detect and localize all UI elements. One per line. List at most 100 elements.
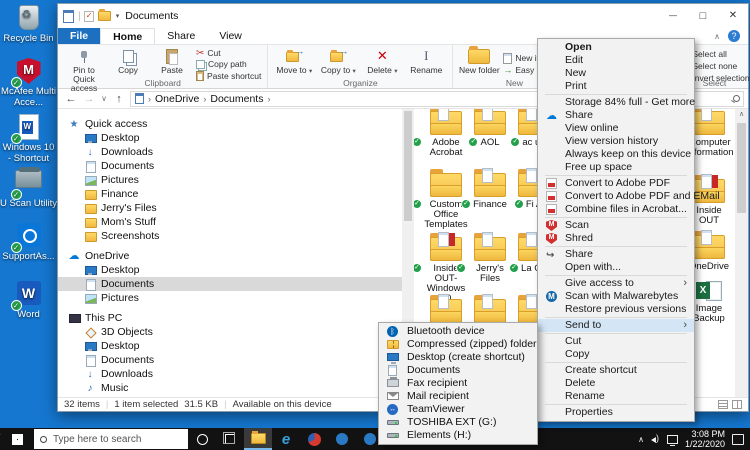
taskbar-app[interactable]	[300, 428, 328, 450]
desktop-icon-uscan-utility[interactable]: U Scan Utility	[0, 166, 57, 210]
context-menu-item-give-access[interactable]: Give access to	[538, 277, 694, 290]
send-to-item-mail[interactable]: Mail recipient	[379, 390, 537, 403]
context-menu-item-properties[interactable]: Properties	[538, 406, 694, 419]
nav-item-pictures[interactable]: Pictures	[58, 173, 402, 187]
nav-item-jerrys-files[interactable]: Jerry's Files	[58, 201, 402, 215]
maximize-button[interactable]	[688, 4, 718, 28]
context-menu-item-convert-pdf[interactable]: Convert to Adobe PDF	[538, 177, 694, 190]
qat-properties-icon[interactable]	[84, 11, 94, 22]
delete-button[interactable]: Delete ▾	[360, 47, 404, 76]
qat-dropdown-icon[interactable]: ▾	[116, 12, 120, 20]
context-menu-item-open-with[interactable]: Open with...	[538, 261, 694, 274]
nav-item-pc-downloads[interactable]: Downloads	[58, 367, 402, 381]
copy-path-button[interactable]: Copy path	[196, 60, 261, 69]
taskbar-edge[interactable]	[272, 428, 300, 450]
context-menu-item-rename[interactable]: Rename	[538, 390, 694, 403]
close-button[interactable]	[718, 4, 748, 28]
nav-item-od-pictures[interactable]: Pictures	[58, 291, 402, 305]
action-center-icon[interactable]	[732, 434, 744, 445]
context-menu-item-combine-acrobat[interactable]: Combine files in Acrobat...	[538, 203, 694, 216]
context-menu-item-scan[interactable]: Scan	[538, 219, 694, 232]
title-bar[interactable]: | ▾ Documents	[58, 4, 748, 28]
context-menu-item-free-up-space[interactable]: Free up space	[538, 161, 694, 174]
rename-button[interactable]: Rename	[404, 47, 448, 75]
desktop-icon-supportassist[interactable]: SupportAs...	[0, 222, 57, 263]
context-menu-item-print[interactable]: Print	[538, 80, 694, 93]
nav-item-downloads[interactable]: Downloads	[58, 145, 402, 159]
desktop-icon-recycle-bin[interactable]: Recycle Bin	[0, 4, 57, 45]
send-to-item-toshiba-ext[interactable]: TOSHIBA EXT (G:)	[379, 416, 537, 429]
context-menu-item-new[interactable]: New	[538, 67, 694, 80]
file-list-scrollbar[interactable]	[735, 109, 748, 397]
qat-new-folder-icon[interactable]	[98, 11, 111, 21]
context-menu-item-edit[interactable]: Edit	[538, 54, 694, 67]
scroll-up-icon[interactable]	[735, 109, 748, 121]
cortana-button[interactable]	[188, 428, 216, 450]
context-menu-item-restore-versions[interactable]: Restore previous versions	[538, 303, 694, 316]
move-to-button[interactable]: Move to ▾	[272, 47, 316, 76]
nav-item-finance[interactable]: Finance	[58, 187, 402, 201]
context-menu-item-create-shortcut[interactable]: Create shortcut	[538, 364, 694, 377]
file-item-adobe-acrobat[interactable]: Adobe Acrobat	[424, 111, 468, 158]
file-item-finance[interactable]: Finance	[468, 173, 512, 210]
new-folder-button[interactable]: New folder	[457, 47, 501, 75]
send-to-item-teamviewer[interactable]: TeamViewer	[379, 403, 537, 416]
context-menu-item-delete[interactable]: Delete	[538, 377, 694, 390]
send-to-item-elements[interactable]: Elements (H:)	[379, 429, 537, 442]
network-icon[interactable]	[667, 435, 678, 444]
icons-view-toggle-icon[interactable]	[732, 400, 742, 409]
tray-expand-icon[interactable]	[638, 434, 644, 444]
copy-button[interactable]: Copy	[106, 47, 150, 75]
send-to-item-fax[interactable]: Fax recipient	[379, 377, 537, 390]
cut-button[interactable]: Cut	[196, 49, 261, 58]
up-button[interactable]: ↑	[112, 93, 126, 105]
nav-item-screenshots[interactable]: Screenshots	[58, 229, 402, 243]
taskbar-search-input[interactable]: Type here to search	[34, 429, 188, 449]
send-to-item-documents[interactable]: Documents	[379, 364, 537, 377]
nav-item-moms-stuff[interactable]: Mom's Stuff	[58, 215, 402, 229]
minimize-button[interactable]	[658, 4, 688, 28]
send-to-item-bluetooth[interactable]: Bluetooth device	[379, 325, 537, 338]
desktop-icon-mcafee[interactable]: M McAfee Multi Acce...	[0, 58, 57, 108]
forward-button[interactable]: →	[82, 93, 96, 105]
context-menu-item-send-to[interactable]: Send to	[538, 319, 694, 332]
nav-item-od-documents[interactable]: Documents	[58, 277, 402, 291]
task-view-button[interactable]	[216, 428, 244, 450]
nav-item-pc-desktop[interactable]: Desktop	[58, 339, 402, 353]
paste-button[interactable]: Paste	[150, 47, 194, 75]
file-item-jerrys-files[interactable]: Jerry's Files	[468, 237, 512, 284]
send-to-item-desktop-shortcut[interactable]: Desktop (create shortcut)	[379, 351, 537, 364]
nav-item-quick-access[interactable]: Quick access	[58, 117, 402, 131]
nav-item-pc-documents[interactable]: Documents	[58, 353, 402, 367]
context-menu-item-shred[interactable]: Shred	[538, 232, 694, 245]
context-menu-item-storage[interactable]: Storage 84% full - Get more	[538, 96, 694, 109]
desktop-icon-windows10-shortcut[interactable]: Windows 10 - Shortcut	[0, 114, 57, 164]
nav-item-documents[interactable]: Documents	[58, 159, 402, 173]
search-input[interactable]	[694, 91, 744, 107]
tab-home[interactable]: Home	[100, 28, 155, 44]
breadcrumb-documents[interactable]: Documents	[210, 93, 263, 105]
start-button[interactable]	[0, 428, 34, 450]
nav-item-this-pc[interactable]: This PC	[58, 311, 402, 325]
context-menu-item-share-onedrive[interactable]: Share	[538, 109, 694, 122]
breadcrumb-onedrive[interactable]: OneDrive	[155, 93, 199, 105]
context-menu-item-view-version-history[interactable]: View version history	[538, 135, 694, 148]
nav-item-od-desktop[interactable]: Desktop	[58, 263, 402, 277]
context-menu-item-convert-pdf-email[interactable]: Convert to Adobe PDF and EMail	[538, 190, 694, 203]
volume-icon[interactable]	[651, 435, 660, 443]
file-item-aol[interactable]: AOL	[468, 111, 512, 148]
collapse-ribbon-icon[interactable]	[714, 32, 720, 41]
details-view-toggle-icon[interactable]	[718, 400, 728, 409]
context-menu-item-copy[interactable]: Copy	[538, 348, 694, 361]
tab-share[interactable]: Share	[155, 28, 207, 44]
taskbar-file-explorer[interactable]	[244, 428, 272, 450]
desktop-icon-word[interactable]: Word	[0, 280, 57, 321]
context-menu-item-scan-malwarebytes[interactable]: Scan with Malwarebytes	[538, 290, 694, 303]
context-menu-item-view-online[interactable]: View online	[538, 122, 694, 135]
context-menu-item-always-keep[interactable]: Always keep on this device	[538, 148, 694, 161]
taskbar-clock[interactable]: 3:08 PM 1/22/2020	[685, 429, 725, 449]
tab-file[interactable]: File	[58, 28, 100, 44]
nav-item-desktop[interactable]: Desktop	[58, 131, 402, 145]
nav-item-music[interactable]: Music	[58, 381, 402, 395]
nav-item-3d-objects[interactable]: 3D Objects	[58, 325, 402, 339]
